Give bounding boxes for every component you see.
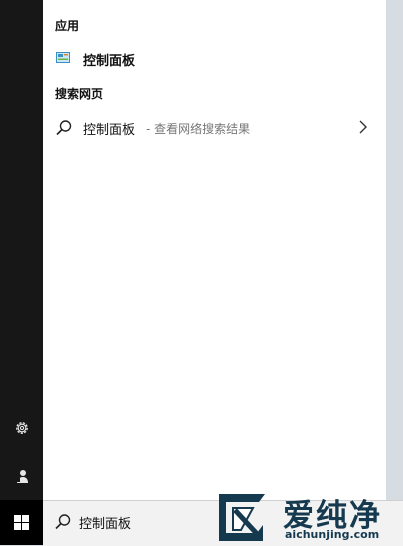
app-result-name: 控制面板 [83,54,136,69]
user-button[interactable] [0,456,43,496]
apps-section-heading: 应用 [55,19,80,33]
web-search-result[interactable]: 控制面板 - 查看网络搜索结果 [43,114,386,142]
chevron-right-icon[interactable] [358,120,368,134]
gear-icon [15,422,28,434]
web-section-heading: 搜索网页 [55,87,104,101]
site-logo-icon [219,494,265,541]
settings-button[interactable] [0,408,43,448]
search-icon [56,120,72,136]
start-button[interactable] [0,500,43,545]
user-icon [15,470,28,483]
search-icon [55,514,71,530]
desktop-edge [386,0,403,500]
web-result-hint: - 查看网络搜索结果 [146,122,251,136]
watermark: 爱纯净 aichunjing.com [213,490,403,545]
control-panel-icon [56,52,70,63]
windows-logo-icon [14,515,29,530]
search-results-panel: 应用 控制面板 搜索网页 控制面板 - 查看网络搜索结果 [43,0,386,500]
left-rail [0,0,43,545]
app-result-control-panel[interactable]: 控制面板 [43,46,386,72]
watermark-url: aichunjing.com [285,528,380,541]
web-result-query: 控制面板 [83,123,136,138]
